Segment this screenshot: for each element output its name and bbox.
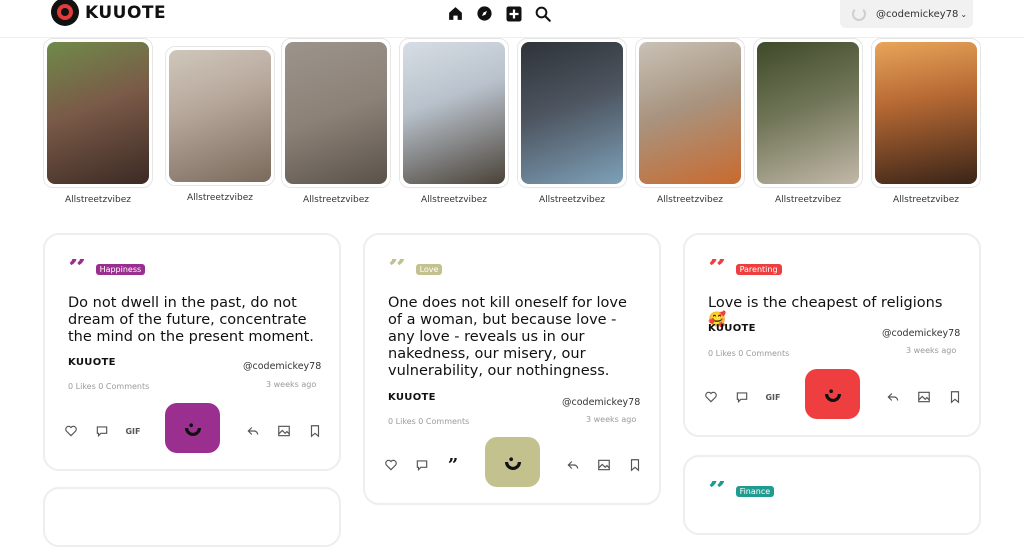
story-author: Allstreetzvibez (302, 195, 369, 205)
story-item[interactable]: Allstreetzvibez (43, 38, 153, 205)
comment-icon[interactable] (414, 457, 430, 473)
gif-button[interactable]: GIF (765, 389, 781, 405)
user-avatar-icon (852, 7, 866, 21)
chevron-down-icon: ⌄ (960, 9, 968, 19)
story-author: Allstreetzvibez (656, 195, 723, 205)
quote-mark-icon: ” (68, 259, 86, 279)
heart-icon[interactable] (703, 389, 719, 405)
quote-mark-icon: ” (708, 481, 726, 501)
image-icon[interactable] (596, 457, 612, 473)
quote-card[interactable]: ” Finance (683, 455, 981, 535)
quote-icon[interactable]: ” (445, 455, 461, 476)
story-image (47, 42, 149, 184)
brand-mark: KUUOTE (708, 323, 756, 334)
quote-card[interactable] (43, 487, 341, 547)
story-image (521, 42, 623, 184)
story-image (875, 42, 977, 184)
stats-text: 0 Likes 0 Comments (708, 349, 790, 358)
chevron-right-icon[interactable]: › (998, 150, 1007, 175)
story-author: Allstreetzvibez (892, 195, 959, 205)
quote-text: Do not dwell in the past, do not dream o… (68, 295, 314, 345)
story-author: Allstreetzvibez (538, 195, 605, 205)
quote-mark-icon: ” (708, 259, 726, 279)
logo-text: KUUOTE (85, 3, 167, 23)
author-handle[interactable]: @codemickey78 (882, 328, 960, 339)
kuuote-action-button[interactable] (485, 437, 540, 487)
bookmark-icon[interactable] (627, 457, 643, 473)
kuuote-action-button[interactable] (165, 403, 220, 453)
story-image (757, 42, 859, 184)
logo-mark-icon (51, 0, 79, 26)
main-nav (446, 4, 552, 23)
timestamp: 3 weeks ago (906, 346, 957, 355)
comment-icon[interactable] (734, 389, 750, 405)
story-image (169, 50, 271, 182)
brand-logo[interactable]: KUUOTE (51, 0, 166, 26)
quote-card[interactable]: ” Parenting Love is the cheapest of reli… (683, 233, 981, 437)
brand-mark: KUUOTE (68, 357, 116, 368)
story-item[interactable]: Allstreetzvibez (753, 38, 863, 205)
quote-card[interactable]: ” Happiness Do not dwell in the past, do… (43, 233, 341, 471)
story-image (639, 42, 741, 184)
share-icon[interactable] (565, 457, 581, 473)
timestamp: 3 weeks ago (266, 380, 317, 389)
gif-button[interactable]: GIF (125, 423, 141, 439)
story-item[interactable]: Allstreetzvibez (165, 46, 275, 203)
story-image (403, 42, 505, 184)
quote-text: One does not kill oneself for love of a … (388, 295, 627, 379)
story-item[interactable]: Allstreetzvibez (871, 38, 981, 205)
story-item[interactable]: Allstreetzvibez (399, 38, 509, 205)
stories-row: Allstreetzvibez Allstreetzvibez Allstree… (43, 38, 1007, 208)
brand-mark: KUUOTE (388, 392, 436, 403)
story-author: Allstreetzvibez (64, 195, 131, 205)
bookmark-icon[interactable] (947, 389, 963, 405)
add-icon[interactable] (504, 4, 523, 23)
story-item[interactable]: Allstreetzvibez (281, 38, 391, 205)
author-handle[interactable]: @codemickey78 (562, 397, 640, 408)
image-icon[interactable] (916, 389, 932, 405)
search-icon[interactable] (533, 4, 552, 23)
user-handle: @codemickey78 (876, 8, 959, 20)
heart-icon[interactable] (383, 457, 399, 473)
bookmark-icon[interactable] (307, 423, 323, 439)
category-tag[interactable]: Parenting (735, 263, 782, 275)
image-icon[interactable] (276, 423, 292, 439)
quote-card[interactable]: ” Love One does not kill oneself for lov… (363, 233, 661, 505)
share-icon[interactable] (885, 389, 901, 405)
story-item[interactable]: Allstreetzvibez (635, 38, 745, 205)
category-tag[interactable]: Finance (735, 485, 775, 497)
story-author: Allstreetzvibez (186, 193, 253, 203)
story-author: Allstreetzvibez (420, 195, 487, 205)
stats-text: 0 Likes 0 Comments (68, 382, 150, 391)
share-icon[interactable] (245, 423, 261, 439)
author-handle[interactable]: @codemickey78 (243, 361, 321, 372)
story-item[interactable]: Allstreetzvibez (517, 38, 627, 205)
comment-icon[interactable] (94, 423, 110, 439)
story-author: Allstreetzvibez (774, 195, 841, 205)
quote-mark-icon: ” (388, 259, 406, 279)
category-tag[interactable]: Love (415, 263, 443, 275)
compass-icon[interactable] (475, 4, 494, 23)
kuuote-action-button[interactable] (805, 369, 860, 419)
top-header: KUUOTE @codemickey78 ⌄ (0, 0, 1024, 38)
category-tag[interactable]: Happiness (95, 263, 146, 275)
story-image (285, 42, 387, 184)
home-icon[interactable] (446, 4, 465, 23)
heart-icon[interactable] (63, 423, 79, 439)
user-menu[interactable]: @codemickey78 ⌄ (840, 0, 973, 28)
timestamp: 3 weeks ago (586, 415, 637, 424)
stats-text: 0 Likes 0 Comments (388, 417, 470, 426)
